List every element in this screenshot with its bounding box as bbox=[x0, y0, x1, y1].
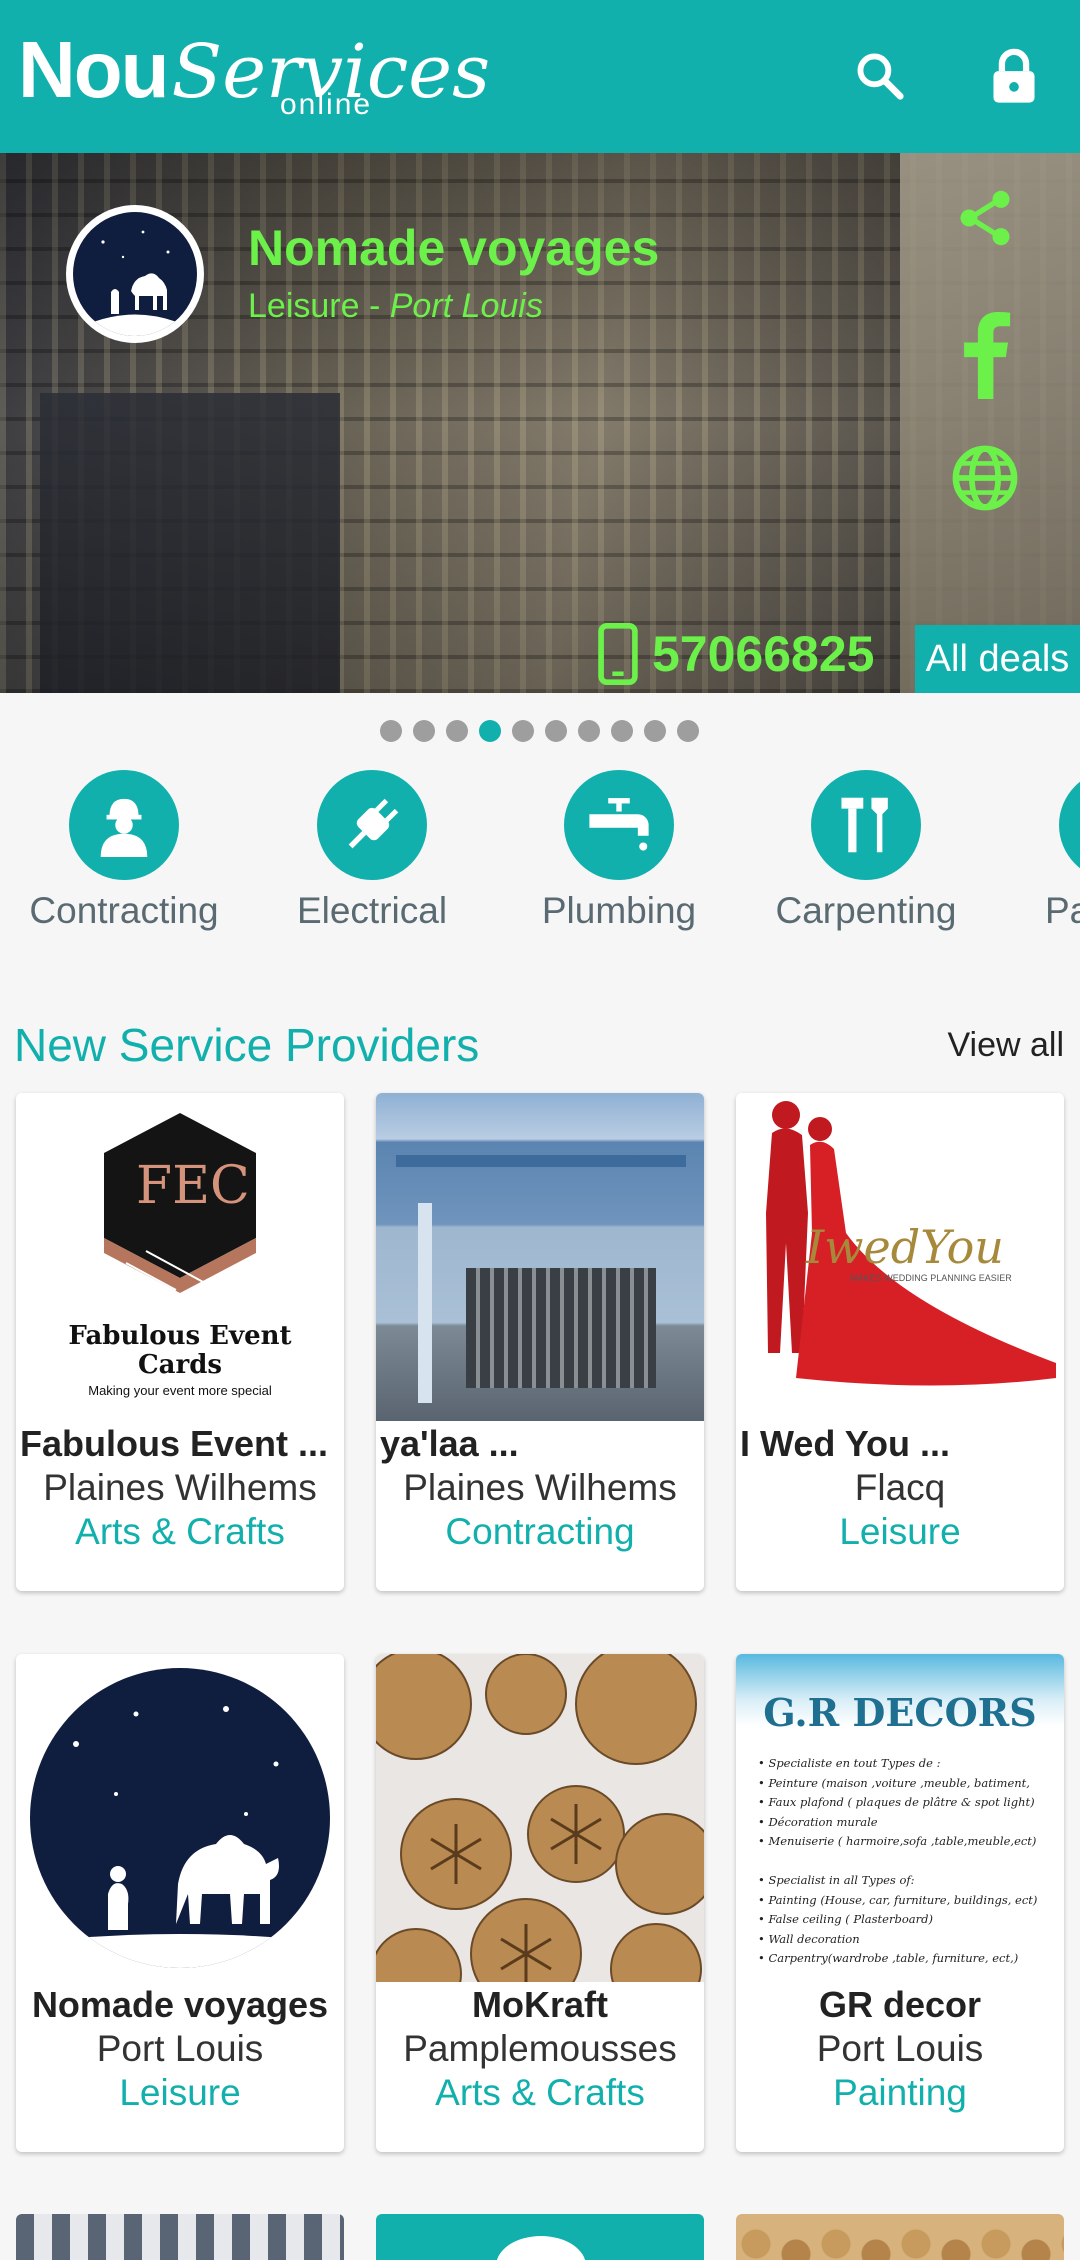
app-logo[interactable]: NouServices online bbox=[18, 24, 490, 121]
category-carousel: Contracting Electrical Plumbing Carpenti… bbox=[0, 770, 1080, 940]
phone-icon bbox=[598, 623, 638, 685]
provider-image: FEC Fabulous Event Cards Making your eve… bbox=[16, 1093, 344, 1421]
flyer-line: • Specialist in all Types of: bbox=[758, 1873, 915, 1887]
svg-text:MAKES WEDDING PLANNING EASIER: MAKES WEDDING PLANNING EASIER bbox=[850, 1273, 1012, 1283]
flyer-line: • Décoration murale bbox=[758, 1814, 878, 1829]
provider-category: Arts & Crafts bbox=[435, 2072, 645, 2113]
provider-category: Painting bbox=[833, 2072, 967, 2113]
provider-name: ya'laa ... bbox=[380, 1423, 519, 1464]
category-carpenting[interactable]: Carpenting bbox=[756, 770, 976, 932]
banner-subtitle: Leisure - Port Louis bbox=[248, 287, 543, 325]
home-screen: NouServices online Nomade voyages Leisur… bbox=[0, 0, 1080, 2260]
svg-text:Fabulous Event: Fabulous Event bbox=[68, 1321, 291, 1351]
login-button[interactable] bbox=[982, 44, 1046, 108]
provider-name: I Wed You ... bbox=[740, 1423, 951, 1464]
flyer-line: • Faux plafond ( plaques de plâtre & spo… bbox=[758, 1795, 1035, 1809]
pagination-dot[interactable] bbox=[446, 720, 468, 742]
app-bar: NouServices online bbox=[0, 0, 1080, 153]
flyer-line: • Wall decoration bbox=[758, 1931, 860, 1946]
pagination-dot[interactable] bbox=[545, 720, 567, 742]
website-button[interactable] bbox=[950, 443, 1020, 513]
provider-card[interactable] bbox=[376, 2214, 704, 2260]
provider-location: Port Louis bbox=[96, 2028, 264, 2069]
provider-name: GR decor bbox=[818, 1984, 982, 2025]
flyer-line bbox=[758, 1852, 1058, 1872]
facebook-icon bbox=[964, 312, 1011, 399]
provider-card[interactable] bbox=[736, 2214, 1064, 2260]
provider-image bbox=[376, 1093, 704, 1421]
category-contracting[interactable]: Contracting bbox=[14, 770, 234, 932]
worker-icon bbox=[100, 798, 148, 857]
featured-banner[interactable]: Nomade voyages Leisure - Port Louis 5706… bbox=[0, 153, 1080, 693]
svg-text:Cards: Cards bbox=[138, 1350, 222, 1380]
pagination-dot[interactable] bbox=[578, 720, 600, 742]
pagination-dot[interactable] bbox=[677, 720, 699, 742]
pagination-dot[interactable] bbox=[413, 720, 435, 742]
flyer-line: • Menuiserie ( harmoire,sofa ,table,meub… bbox=[758, 1834, 1037, 1848]
pagination-dot[interactable] bbox=[512, 720, 534, 742]
svg-text:Making your event more special: Making your event more special bbox=[88, 1383, 272, 1398]
provider-name: MoKraft bbox=[472, 1984, 608, 2025]
pagination-dot[interactable] bbox=[611, 720, 633, 742]
camel-logo-icon bbox=[93, 230, 177, 336]
category-plumbing[interactable]: Plumbing bbox=[509, 770, 729, 932]
provider-category: Contracting bbox=[445, 1511, 635, 1552]
provider-card[interactable]: Nomade voyages Port Louis Leisure bbox=[16, 1654, 344, 2152]
flyer-line: • Peinture (maison ,voiture ,meuble, bat… bbox=[758, 1775, 1030, 1790]
globe-icon bbox=[952, 445, 1018, 511]
plug-icon bbox=[348, 798, 399, 849]
phone-number: 57066825 bbox=[652, 626, 875, 682]
flyer-line: • False ceiling ( Plasterboard) bbox=[758, 1912, 933, 1926]
provider-location: Plaines Wilhems bbox=[403, 1467, 677, 1508]
flyer-line: • Painting (House, car, furniture, build… bbox=[758, 1892, 1038, 1907]
search-icon bbox=[857, 53, 904, 100]
provider-category: Leisure bbox=[119, 2072, 241, 2113]
provider-image bbox=[376, 1654, 704, 1982]
all-deals-button[interactable]: All deals bbox=[915, 625, 1080, 693]
provider-card[interactable] bbox=[16, 2214, 344, 2260]
provider-location: Port Louis bbox=[816, 2028, 984, 2069]
provider-name: Fabulous Event ... bbox=[20, 1423, 329, 1464]
banner-pagination bbox=[380, 720, 699, 742]
flyer-line: • Carpentry(wardrobe ,table, furniture, … bbox=[758, 1951, 1019, 1965]
provider-category: Leisure bbox=[839, 1511, 961, 1552]
provider-category: Arts & Crafts bbox=[75, 1511, 285, 1552]
section-title: New Service Providers bbox=[14, 1019, 480, 1071]
provider-image: IwedYou MAKES WEDDING PLANNING EASIER bbox=[736, 1093, 1064, 1421]
building-shape bbox=[40, 393, 340, 693]
provider-location: Pamplemousses bbox=[403, 2028, 677, 2069]
call-button[interactable]: 57066825 bbox=[596, 623, 874, 685]
category-electrical[interactable]: Electrical bbox=[262, 770, 482, 932]
flyer-text: • Specialiste en tout Types de : • Peintu… bbox=[758, 1754, 1058, 1969]
provider-card[interactable]: IwedYou MAKES WEDDING PLANNING EASIER I … bbox=[736, 1093, 1064, 1591]
provider-location: Flacq bbox=[854, 1467, 946, 1508]
view-all-link[interactable]: View all bbox=[947, 1026, 1064, 1065]
share-button[interactable] bbox=[950, 183, 1020, 253]
lock-icon bbox=[993, 48, 1035, 103]
pagination-dot[interactable] bbox=[479, 720, 501, 742]
svg-text:FEC: FEC bbox=[136, 1156, 250, 1216]
pagination-dot[interactable] bbox=[644, 720, 666, 742]
svg-text:IwedYou: IwedYou bbox=[805, 1220, 1004, 1274]
search-button[interactable] bbox=[848, 44, 912, 108]
banner-title: Nomade voyages bbox=[248, 220, 660, 276]
provider-location: Plaines Wilhems bbox=[43, 1467, 317, 1508]
flyer-line: • Specialiste en tout Types de : bbox=[758, 1756, 941, 1770]
faucet-icon bbox=[589, 798, 649, 851]
provider-card[interactable]: G.R DECORS • Specialiste en tout Types d… bbox=[736, 1654, 1064, 2152]
provider-image: G.R DECORS • Specialiste en tout Types d… bbox=[736, 1654, 1064, 1982]
facebook-button[interactable] bbox=[950, 308, 1020, 399]
pagination-dot[interactable] bbox=[380, 720, 402, 742]
tools-icon bbox=[841, 797, 888, 853]
provider-card[interactable]: FEC Fabulous Event Cards Making your eve… bbox=[16, 1093, 344, 1591]
share-icon bbox=[960, 190, 1010, 246]
provider-logo bbox=[66, 205, 204, 343]
provider-name: Nomade voyages bbox=[31, 1984, 329, 2025]
provider-card[interactable]: MoKraft Pamplemousses Arts & Crafts bbox=[376, 1654, 704, 2152]
provider-card[interactable]: ya'laa ... Plaines Wilhems Contracting bbox=[376, 1093, 704, 1591]
category-painting[interactable]: Pa bbox=[1003, 770, 1080, 932]
provider-image bbox=[16, 1654, 344, 1982]
